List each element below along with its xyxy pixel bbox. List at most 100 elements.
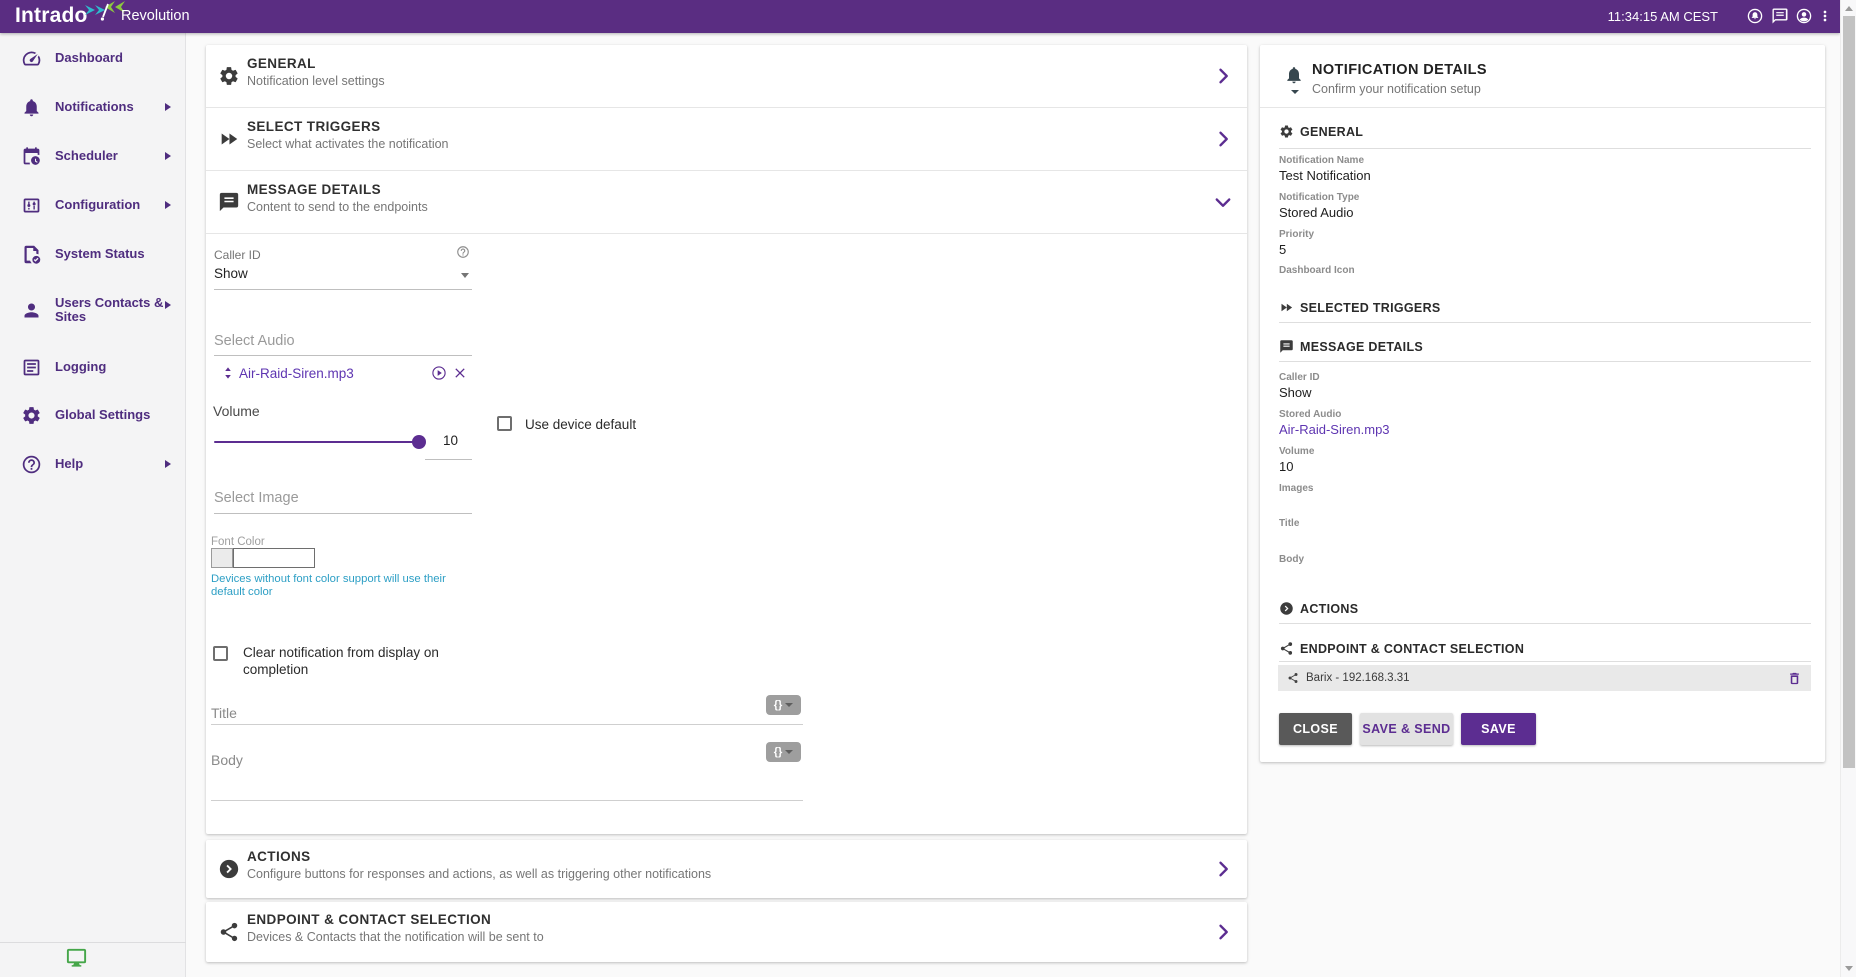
sidebar-item-users-contacts-sites[interactable]: Users Contacts & Sites bbox=[0, 292, 186, 328]
font-color-label: Font Color bbox=[211, 536, 265, 548]
details-general-heading: GENERAL bbox=[1300, 125, 1363, 139]
section-select-triggers[interactable]: SELECT TRIGGERS Select what activates th… bbox=[206, 108, 1247, 170]
chevron-down-icon[interactable] bbox=[461, 273, 469, 278]
message-icon bbox=[1279, 339, 1294, 354]
divider bbox=[1279, 661, 1811, 662]
chevron-right-icon bbox=[165, 152, 171, 160]
scrollbar-thumb[interactable] bbox=[1843, 16, 1855, 768]
details-endpoint-heading: ENDPOINT & CONTACT SELECTION bbox=[1300, 642, 1524, 656]
field-label: Title bbox=[1279, 518, 1299, 529]
section-subtitle: Content to send to the endpoints bbox=[247, 200, 428, 214]
field-label: Body bbox=[1279, 554, 1304, 565]
chevron-right-icon bbox=[165, 460, 171, 468]
input-underline bbox=[425, 459, 472, 460]
share-icon bbox=[1279, 641, 1294, 656]
fast-forward-icon bbox=[218, 128, 240, 150]
endpoint-list-item[interactable]: Barix - 192.168.3.31 bbox=[1278, 665, 1811, 691]
scroll-up-arrow[interactable] bbox=[1845, 6, 1853, 11]
endpoint-selection-card: ENDPOINT & CONTACT SELECTION Devices & C… bbox=[206, 902, 1247, 962]
clear-on-completion-checkbox[interactable] bbox=[213, 646, 228, 661]
help-icon[interactable] bbox=[456, 245, 470, 259]
chevron-right-icon[interactable] bbox=[1213, 922, 1233, 942]
section-title: ENDPOINT & CONTACT SELECTION bbox=[247, 912, 491, 927]
sidebar-item-notifications[interactable]: Notifications bbox=[0, 96, 186, 118]
sidebar-item-configuration[interactable]: Configuration bbox=[0, 194, 186, 216]
overflow-menu-icon[interactable] bbox=[1817, 7, 1833, 25]
close-button[interactable]: CLOSE bbox=[1279, 713, 1352, 745]
audio-file-link[interactable]: Air-Raid-Siren.mp3 bbox=[239, 366, 354, 381]
sidebar-item-dashboard[interactable]: Dashboard bbox=[0, 47, 186, 69]
chevron-down-icon[interactable] bbox=[1213, 192, 1233, 212]
caller-id-label: Caller ID bbox=[214, 248, 261, 262]
save-button[interactable]: SAVE bbox=[1461, 713, 1536, 745]
select-image-input[interactable]: Select Image bbox=[214, 490, 299, 506]
section-endpoint-contact-selection[interactable]: ENDPOINT & CONTACT SELECTION Devices & C… bbox=[206, 902, 1247, 962]
section-message-details[interactable]: MESSAGE DETAILS Content to send to the e… bbox=[206, 171, 1247, 233]
field-label: Priority bbox=[1279, 229, 1314, 240]
sidebar-item-scheduler[interactable]: Scheduler bbox=[0, 145, 186, 167]
caller-id-select[interactable]: Show bbox=[214, 266, 248, 281]
sidebar-item-system-status[interactable]: System Status bbox=[0, 243, 186, 265]
field-label: Notification Type bbox=[1279, 192, 1359, 203]
chevron-down-icon bbox=[785, 750, 793, 754]
volume-slider[interactable] bbox=[214, 441, 424, 443]
chevron-right-icon[interactable] bbox=[1213, 66, 1233, 86]
section-general[interactable]: GENERAL Notification level settings bbox=[206, 45, 1247, 107]
section-actions[interactable]: ACTIONS Configure buttons for responses … bbox=[206, 840, 1247, 898]
volume-label: Volume bbox=[213, 403, 260, 419]
chevron-right-icon[interactable] bbox=[1213, 129, 1233, 149]
intrado-logo-text: Intrado bbox=[15, 4, 88, 27]
save-and-send-button[interactable]: SAVE & SEND bbox=[1360, 713, 1453, 745]
trash-icon bbox=[1787, 671, 1802, 686]
section-subtitle: Devices & Contacts that the notification… bbox=[247, 930, 544, 944]
section-title: MESSAGE DETAILS bbox=[247, 182, 381, 197]
gear-icon bbox=[1279, 124, 1294, 139]
sidebar-item-logging[interactable]: Logging bbox=[0, 356, 186, 378]
divider bbox=[1279, 148, 1811, 149]
sidebar-item-help[interactable]: Help bbox=[0, 453, 186, 475]
volume-slider-thumb[interactable] bbox=[412, 435, 426, 449]
input-underline bbox=[214, 289, 472, 290]
title-variable-picker-button[interactable]: {} bbox=[766, 695, 801, 715]
divider bbox=[1260, 107, 1825, 108]
remove-audio-button[interactable] bbox=[452, 365, 468, 381]
select-audio-input[interactable]: Select Audio bbox=[214, 333, 295, 349]
field-value: Test Notification bbox=[1279, 168, 1371, 183]
font-color-swatch[interactable] bbox=[211, 548, 233, 568]
feedback-icon[interactable] bbox=[1771, 7, 1789, 25]
delete-endpoint-button[interactable] bbox=[1787, 671, 1802, 686]
use-device-default-checkbox[interactable] bbox=[497, 416, 512, 431]
chevron-right-icon[interactable] bbox=[1213, 859, 1233, 879]
header-clock: 11:34:15 AM CEST bbox=[1608, 9, 1718, 24]
details-actions-heading: ACTIONS bbox=[1300, 602, 1358, 616]
use-device-default-label[interactable]: Use device default bbox=[525, 417, 636, 432]
sidebar-item-global-settings[interactable]: Global Settings bbox=[0, 404, 186, 426]
field-value: 5 bbox=[1279, 242, 1286, 257]
body-input[interactable]: Body bbox=[211, 752, 243, 768]
body-variable-picker-button[interactable]: {} bbox=[766, 742, 801, 762]
clear-on-completion-label[interactable]: Clear notification from display on compl… bbox=[243, 644, 448, 678]
font-color-input[interactable] bbox=[233, 548, 315, 568]
gear-icon bbox=[218, 65, 240, 87]
field-label: Stored Audio bbox=[1279, 409, 1341, 420]
revolution-app-window: Intrado Revolution 11:34:15 AM CEST Dash… bbox=[0, 0, 1856, 977]
volume-value-input[interactable]: 10 bbox=[443, 433, 458, 448]
document-lines-icon bbox=[21, 357, 42, 378]
control-panel-icon bbox=[21, 195, 42, 216]
field-value: Show bbox=[1279, 385, 1312, 400]
play-audio-button[interactable] bbox=[431, 365, 447, 381]
circle-arrow-icon bbox=[218, 858, 240, 880]
share-icon bbox=[218, 921, 240, 943]
account-icon[interactable] bbox=[1795, 7, 1813, 25]
message-details-form: Caller ID Show Select Audio Air-Raid-Sir… bbox=[206, 233, 1247, 834]
stored-audio-link[interactable]: Air-Raid-Siren.mp3 bbox=[1279, 422, 1390, 437]
chevron-right-icon bbox=[165, 103, 171, 111]
alarm-icon[interactable] bbox=[1746, 7, 1764, 25]
sort-handle-icon[interactable] bbox=[220, 365, 236, 381]
notification-wizard-card: GENERAL Notification level settings SELE… bbox=[206, 45, 1247, 834]
sidebar: Dashboard Notifications Scheduler Config… bbox=[0, 33, 186, 977]
title-input[interactable]: Title bbox=[211, 705, 237, 721]
monitor-icon[interactable] bbox=[65, 946, 88, 969]
field-label: Images bbox=[1279, 483, 1313, 494]
scroll-down-arrow[interactable] bbox=[1845, 966, 1853, 971]
